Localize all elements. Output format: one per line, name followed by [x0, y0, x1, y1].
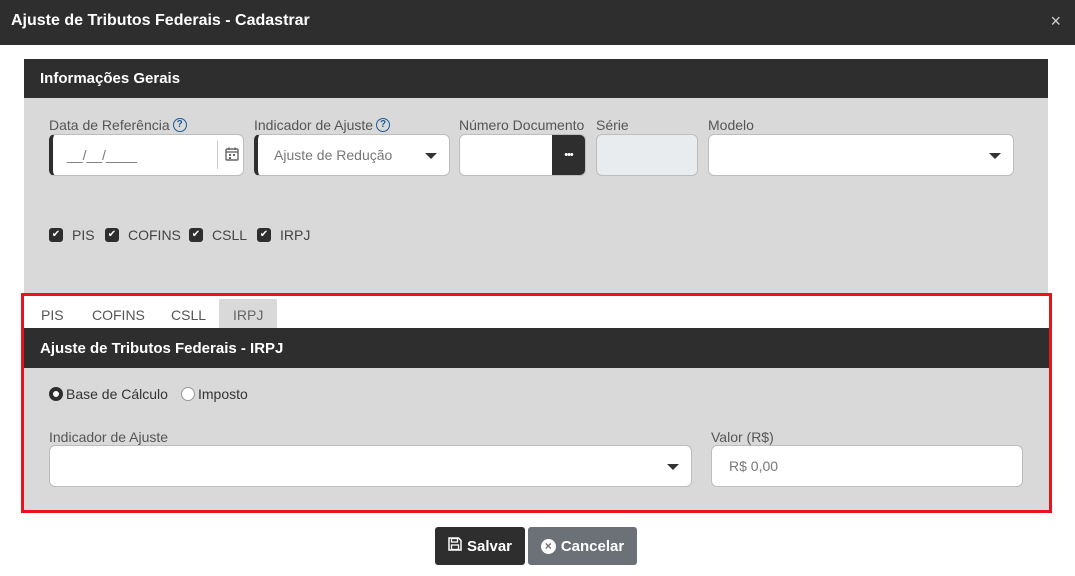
save-label: Salvar [466, 537, 513, 555]
radio-unselected-icon[interactable] [181, 387, 195, 401]
data-referencia-label: Data de Referência ? [49, 117, 187, 133]
numero-documento-input[interactable]: ••• [459, 134, 586, 176]
calendar-icon[interactable] [225, 147, 239, 164]
modelo-select[interactable] [708, 134, 1014, 176]
irpj-panel: Ajuste de Tributos Federais - IRPJ Base … [24, 328, 1049, 510]
tab-bar: PIS COFINS CSLL IRPJ [24, 296, 1049, 328]
checkbox-irpj[interactable]: ✔ IRPJ [257, 227, 310, 243]
data-referencia-field[interactable]: __/__/____ [49, 134, 244, 176]
cancel-label: Cancelar [560, 537, 625, 555]
numero-documento-label: Número Documento [459, 117, 585, 133]
caret-down-icon [989, 153, 1001, 159]
radio-imposto[interactable]: Imposto [181, 386, 248, 402]
general-info-section: Informações Gerais Data de Referência ? … [24, 59, 1048, 295]
modelo-label: Modelo [708, 117, 754, 133]
radio-base-calculo[interactable]: Base de Cálculo [49, 386, 168, 402]
cancel-icon: × [540, 538, 556, 554]
help-icon[interactable]: ? [172, 118, 187, 132]
valor-input[interactable]: R$ 0,00 [711, 445, 1023, 487]
checkbox-pis[interactable]: ✔ PIS [49, 227, 95, 243]
checkbox-csll[interactable]: ✔ CSLL [189, 227, 247, 243]
save-icon [448, 537, 462, 555]
close-icon[interactable]: × [1050, 11, 1061, 31]
radio-selected-icon[interactable] [49, 387, 63, 401]
data-referencia-value: __/__/____ [67, 147, 138, 163]
check-icon[interactable]: ✔ [189, 228, 203, 242]
dialog-title: Ajuste de Tributos Federais - Cadastrar [11, 12, 310, 29]
tab-cofins[interactable]: COFINS [78, 299, 159, 328]
valor-placeholder: R$ 0,00 [729, 458, 779, 474]
indicador-ajuste-value: Ajuste de Redução [274, 147, 393, 163]
tab-irpj[interactable]: IRPJ [219, 299, 278, 328]
save-button[interactable]: Salvar [435, 527, 525, 565]
serie-input [596, 134, 698, 176]
valor-label: Valor (R$) [711, 429, 774, 445]
caret-down-icon [667, 464, 679, 470]
dialog-titlebar: Ajuste de Tributos Federais - Cadastrar … [0, 0, 1075, 45]
help-icon[interactable]: ? [376, 118, 391, 132]
irpj-indicador-select[interactable] [49, 445, 692, 487]
indicador-ajuste-select[interactable]: Ajuste de Redução [254, 134, 450, 176]
irpj-indicador-label: Indicador de Ajuste [49, 429, 169, 445]
ellipsis-icon[interactable]: ••• [552, 135, 585, 175]
irpj-header: Ajuste de Tributos Federais - IRPJ [24, 328, 1049, 368]
tributos-tabs-panel: PIS COFINS CSLL IRPJ Ajuste de Tributos … [21, 293, 1052, 513]
tab-csll[interactable]: CSLL [157, 299, 220, 328]
field-divider [217, 141, 218, 169]
check-icon[interactable]: ✔ [49, 228, 63, 242]
serie-label: Série [596, 117, 629, 133]
indicador-ajuste-label: Indicador de Ajuste ? [254, 117, 391, 133]
general-info-header: Informações Gerais [24, 59, 1048, 98]
caret-down-icon [425, 153, 437, 159]
check-icon[interactable]: ✔ [257, 228, 271, 242]
check-icon[interactable]: ✔ [105, 228, 119, 242]
checkbox-cofins[interactable]: ✔ COFINS [105, 227, 181, 243]
tab-pis[interactable]: PIS [27, 299, 78, 328]
cancel-button[interactable]: × Cancelar [528, 527, 637, 565]
